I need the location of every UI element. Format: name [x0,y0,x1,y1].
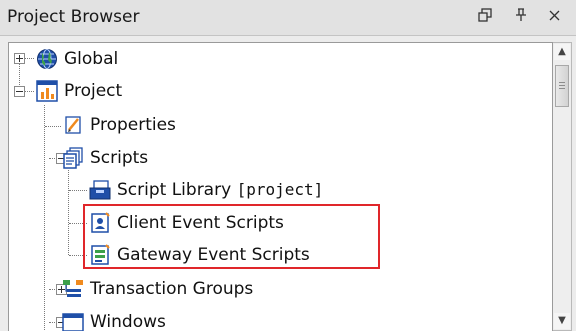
project-browser-panel: Project Browser Global Project Propertie… [0,0,576,331]
tree-node-properties[interactable]: Properties [62,109,282,141]
script-library-icon [89,179,111,201]
tree-line [24,58,34,59]
tree-node-scripts[interactable]: Scripts [62,142,282,174]
grip-line [559,85,565,86]
grip-line [559,88,565,89]
tree-node-label: Transaction Groups [90,279,254,299]
globe-icon [36,48,58,70]
highlight-annotation-box [83,204,380,269]
properties-icon-glyph [65,116,81,134]
tree-node-label: Windows [90,312,166,331]
tree-node-script-library[interactable]: Script Library [project] [89,174,409,206]
tree-line [68,170,69,255]
panel-titlebar: Project Browser [0,0,576,36]
tree-line [45,126,61,127]
close-icon-glyph [549,10,559,21]
tree-node-label: Global [64,49,119,69]
script-library-icon-glyph [89,180,111,200]
tree-node-project[interactable]: Project [36,75,236,107]
transaction-groups-icon-glyph [63,280,83,297]
panel-title: Project Browser [7,7,140,27]
expand-toggle-global[interactable] [14,53,25,64]
project-chart-icon [36,80,58,102]
windows-icon-glyph [62,313,84,331]
properties-icon [62,114,84,136]
globe-icon-glyph [37,49,57,69]
project-chart-icon-glyph [36,80,58,102]
transaction-groups-icon [62,278,84,300]
tree-node-label: Script Library [project] [117,180,323,200]
tree-line [44,105,45,331]
scroll-up-arrow-icon[interactable]: ▲ [554,44,570,60]
tree-node-windows[interactable]: Windows [62,306,262,331]
vertical-scrollbar[interactable]: ▲ ▼ [553,42,572,331]
tree-node-label: Properties [90,115,176,135]
tree-node-global[interactable]: Global [36,43,236,75]
project-tree[interactable]: Global Project Properties Scripts Script… [8,42,553,331]
pin-icon-glyph [516,8,526,21]
scrollbar-thumb[interactable] [555,65,569,107]
tree-node-label: Scripts [90,148,149,168]
windows-icon [62,311,84,331]
restore-window-icon-glyph [478,8,492,22]
tree-node-transaction-groups[interactable]: Transaction Groups [62,273,342,305]
tree-line [24,91,34,92]
collapse-toggle-project[interactable] [14,86,25,97]
scripts-icon-glyph [63,147,83,169]
close-icon[interactable] [543,5,565,29]
scripts-icon [62,147,84,169]
pin-icon[interactable] [510,5,532,29]
restore-window-icon[interactable] [474,5,496,29]
grip-line [559,82,565,83]
tree-line [69,190,87,191]
scroll-down-arrow-icon[interactable]: ▼ [554,313,570,329]
script-library-name: Script Library [117,180,237,200]
script-library-scope: [project] [236,180,324,199]
tree-node-label: Project [64,81,123,101]
